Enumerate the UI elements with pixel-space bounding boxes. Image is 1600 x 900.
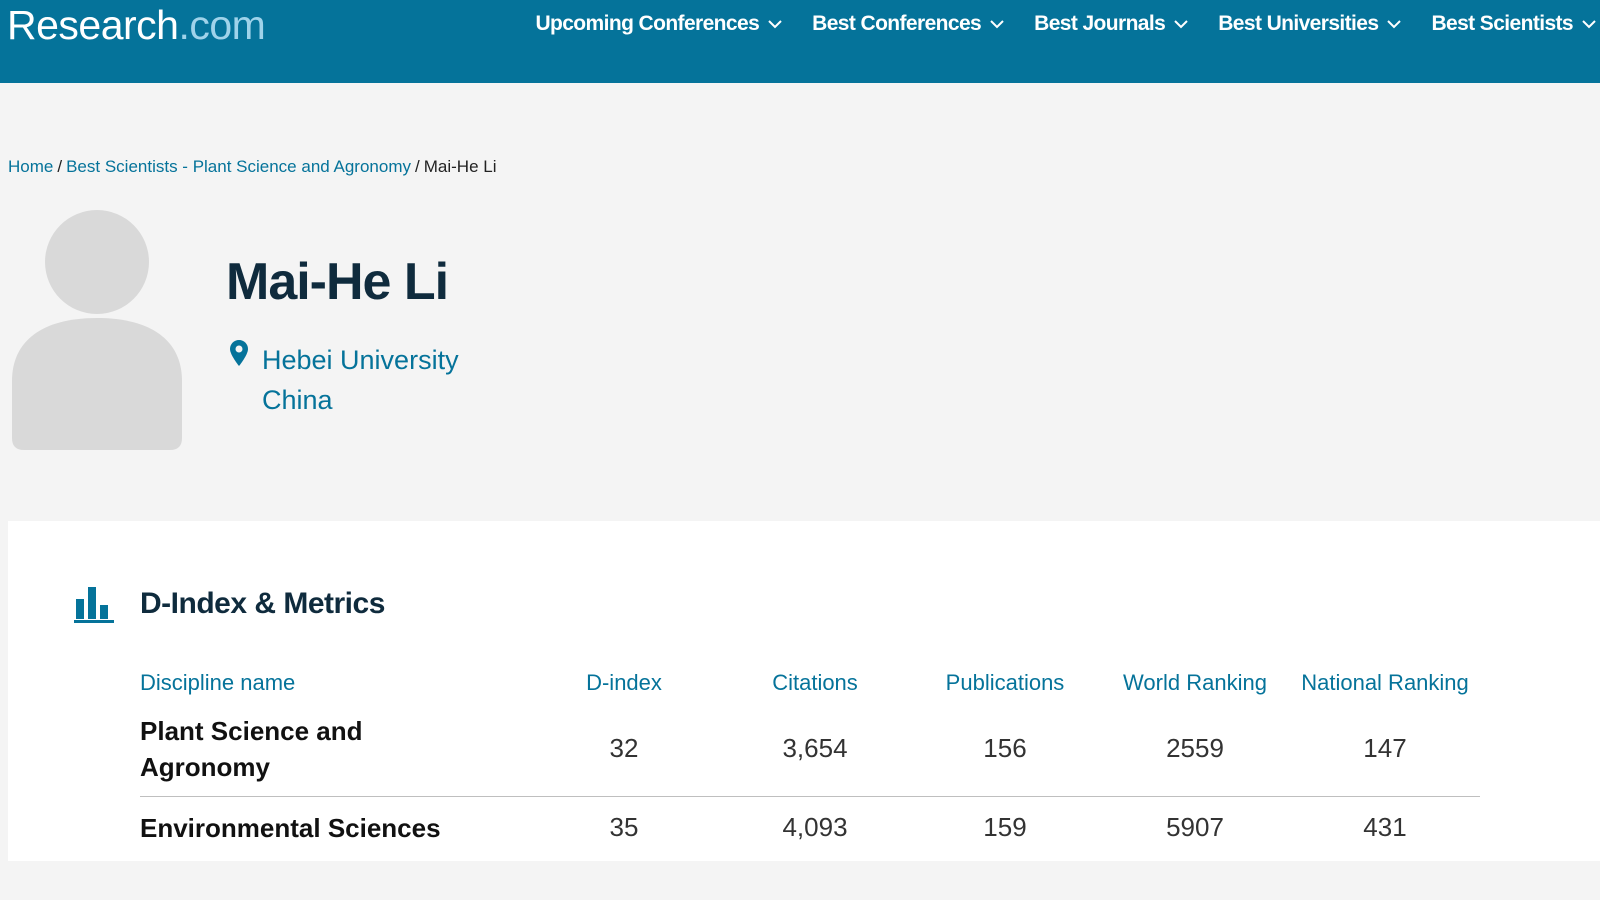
d-index-value: 35 — [609, 812, 639, 842]
breadcrumb: Home / Best Scientists - Plant Science and… — [8, 157, 496, 177]
top-navigation-bar: Research.com Upcoming Conferences Best C… — [0, 0, 1600, 83]
nav-label: Best Conferences — [812, 12, 982, 35]
col-citations: Citations — [772, 670, 858, 695]
discipline-name[interactable]: Environmental Sciences — [140, 810, 540, 846]
breadcrumb-separator: / — [415, 157, 420, 176]
nav-label: Best Universities — [1218, 12, 1379, 35]
world-ranking-value: 5907 — [1166, 812, 1224, 842]
citations-value: 4,093 — [782, 812, 848, 842]
national-ranking-value: 147 — [1363, 733, 1407, 763]
nav-label: Best Scientists — [1431, 12, 1573, 35]
col-d-index: D-index — [586, 670, 662, 695]
institution-link[interactable]: Hebei University — [262, 340, 459, 380]
discipline-name[interactable]: Plant Science and Agronomy — [140, 713, 400, 785]
scientist-name: Mai-He Li — [226, 253, 449, 311]
breadcrumb-category-link[interactable]: Best Scientists - Plant Science and Agro… — [66, 157, 411, 176]
nav-best-universities[interactable]: Best Universities — [1218, 12, 1402, 36]
chevron-down-icon — [1387, 19, 1402, 28]
nav-best-journals[interactable]: Best Journals — [1034, 12, 1188, 36]
metrics-title: D-Index & Metrics — [140, 587, 385, 620]
publications-value: 159 — [983, 812, 1027, 842]
breadcrumb-separator: / — [57, 157, 63, 176]
world-ranking-value: 2559 — [1166, 733, 1224, 763]
row-divider — [140, 796, 1480, 797]
site-logo[interactable]: Research.com — [7, 2, 266, 48]
nav-best-scientists[interactable]: Best Scientists — [1431, 12, 1596, 36]
col-world-ranking: World Ranking — [1123, 670, 1267, 695]
chevron-down-icon — [1582, 19, 1596, 28]
col-discipline-name: Discipline name — [140, 670, 296, 695]
chevron-down-icon — [990, 19, 1004, 28]
bar-chart-icon — [74, 587, 114, 623]
breadcrumb-current: Mai-He Li — [423, 157, 497, 176]
map-pin-icon — [230, 340, 248, 366]
nav-label: Upcoming Conferences — [535, 12, 760, 35]
chevron-down-icon — [768, 19, 782, 28]
col-publications: Publications — [945, 670, 1065, 695]
breadcrumb-home-link[interactable]: Home — [8, 157, 53, 176]
publications-value: 156 — [983, 733, 1027, 763]
country-link[interactable]: China — [262, 380, 459, 420]
chevron-down-icon — [1174, 19, 1188, 28]
affiliation: Hebei University China — [262, 340, 459, 420]
main-nav: Upcoming Conferences Best Conferences Be… — [535, 12, 1600, 36]
user-placeholder-icon — [12, 210, 182, 450]
col-national-ranking: National Ranking — [1301, 670, 1469, 695]
citations-value: 3,654 — [782, 733, 848, 763]
logo-tld-text: .com — [178, 2, 266, 48]
nav-best-conferences[interactable]: Best Conferences — [812, 12, 1004, 36]
national-ranking-value: 431 — [1363, 812, 1407, 842]
nav-label: Best Journals — [1034, 12, 1166, 35]
d-index-value: 32 — [609, 733, 639, 763]
nav-upcoming-conferences[interactable]: Upcoming Conferences — [535, 12, 782, 36]
logo-main-text: Research — [7, 2, 179, 48]
